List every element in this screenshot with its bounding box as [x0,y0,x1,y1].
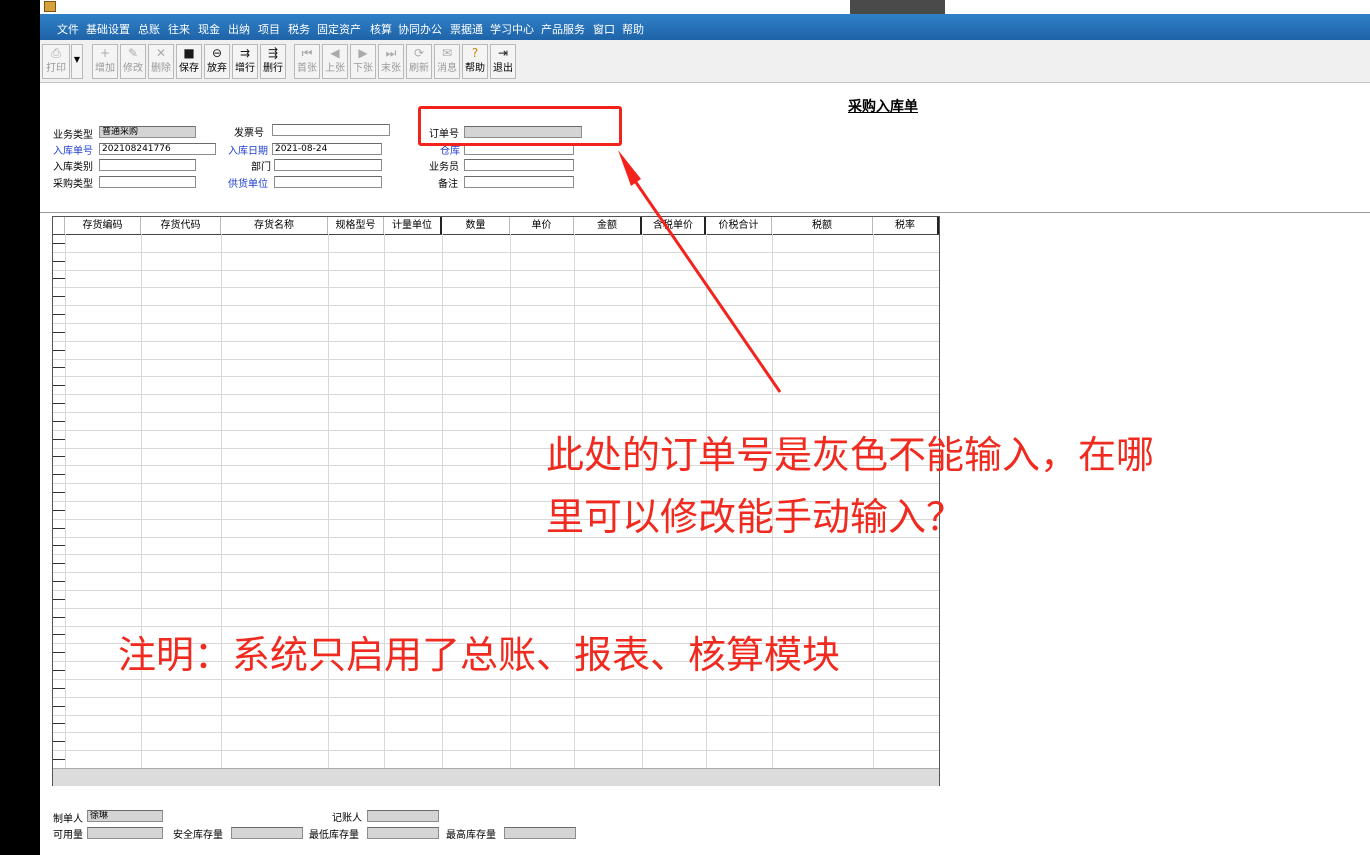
annotation-question-line1: 此处的订单号是灰色不能输入，在哪 [546,433,1155,477]
app-window: 文件 基础设置 总账 往来 现金 出纳 项目 税务 固定资产 核算 协同办公 票… [40,0,1370,855]
annotation-note: 注明：系统只启用了总账、报表、核算模块 [118,633,841,677]
annotation-question-line2: 里可以修改能手动输入？ [546,495,965,539]
